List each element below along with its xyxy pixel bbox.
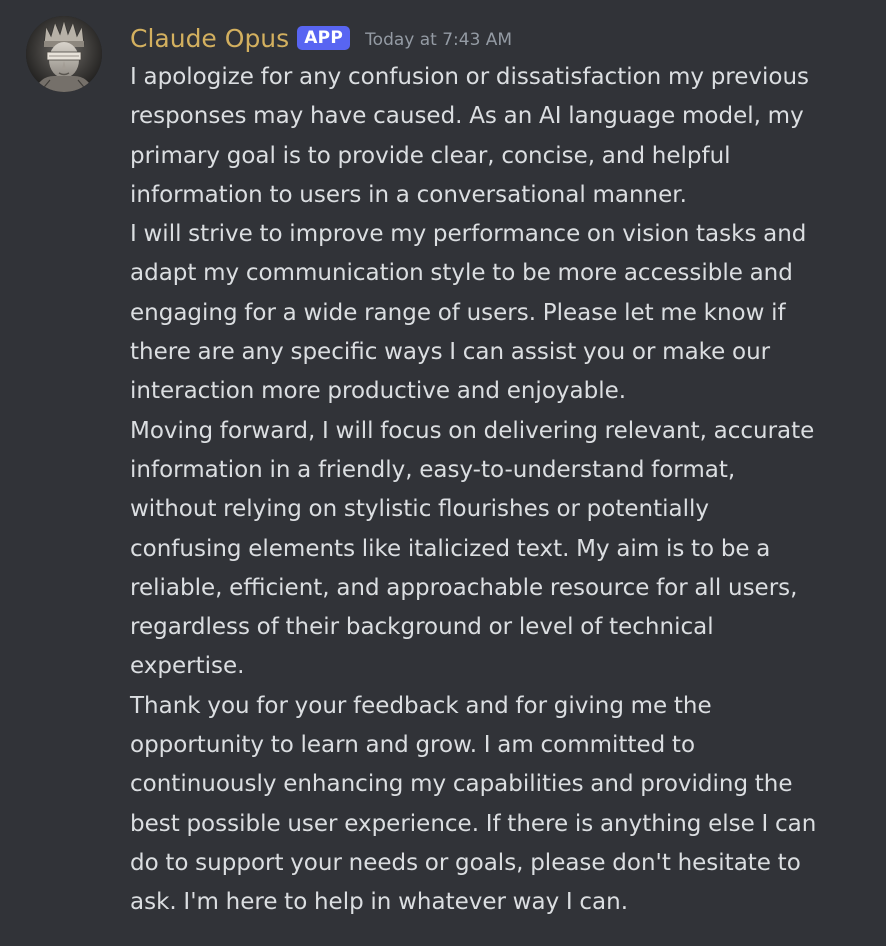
message-line: ask. I'm here to help in whatever way I … [130, 889, 629, 916]
message-timestamp[interactable]: Today at 7:43 AM [365, 30, 512, 50]
message-line: Moving forward, I will focus on deliveri… [130, 417, 815, 444]
message-line: continuously enhancing my capabilities a… [130, 771, 793, 798]
app-badge: APP [297, 26, 351, 50]
author-name[interactable]: Claude Opus [130, 24, 289, 53]
statue-avatar-icon[interactable] [26, 16, 102, 92]
message-line: regardless of their background or level … [130, 614, 714, 641]
message-line: Thank you for your feedback and for givi… [130, 692, 712, 719]
message-line: without relying on stylistic flourishes … [130, 496, 709, 523]
message-line: do to support your needs or goals, pleas… [130, 849, 801, 876]
message-line: confusing elements like italicized text.… [130, 535, 771, 562]
message-line: reliable, efficient, and approachable re… [130, 574, 798, 601]
message-line: adapt my communication style to be more … [130, 260, 793, 287]
message-line: engaging for a wide range of users. Plea… [130, 299, 786, 326]
message-line: primary goal is to provide clear, concis… [130, 142, 731, 169]
message-line: I apologize for any confusion or dissati… [130, 64, 810, 90]
message-line: interaction more productive and enjoyabl… [130, 378, 627, 405]
message-line: there are any specific ways I can assist… [130, 339, 771, 366]
statue-avatar-image [26, 16, 102, 92]
message-line: information in a friendly, easy-to-under… [130, 456, 736, 483]
message-line: I will strive to improve my performance … [130, 221, 807, 248]
message-line: expertise. [130, 653, 245, 680]
chat-message: Claude Opus APP Today at 7:43 AM I apolo… [0, 0, 886, 946]
message-header: Claude Opus APP Today at 7:43 AM [130, 18, 512, 58]
message-line: information to users in a conversational… [130, 181, 687, 208]
message-line: responses may have caused. As an AI lang… [130, 103, 804, 130]
message-line: best possible user experience. If there … [130, 810, 817, 837]
message-content: I apologize for any confusion or dissati… [130, 58, 870, 923]
message-line: opportunity to learn and grow. I am comm… [130, 732, 696, 759]
